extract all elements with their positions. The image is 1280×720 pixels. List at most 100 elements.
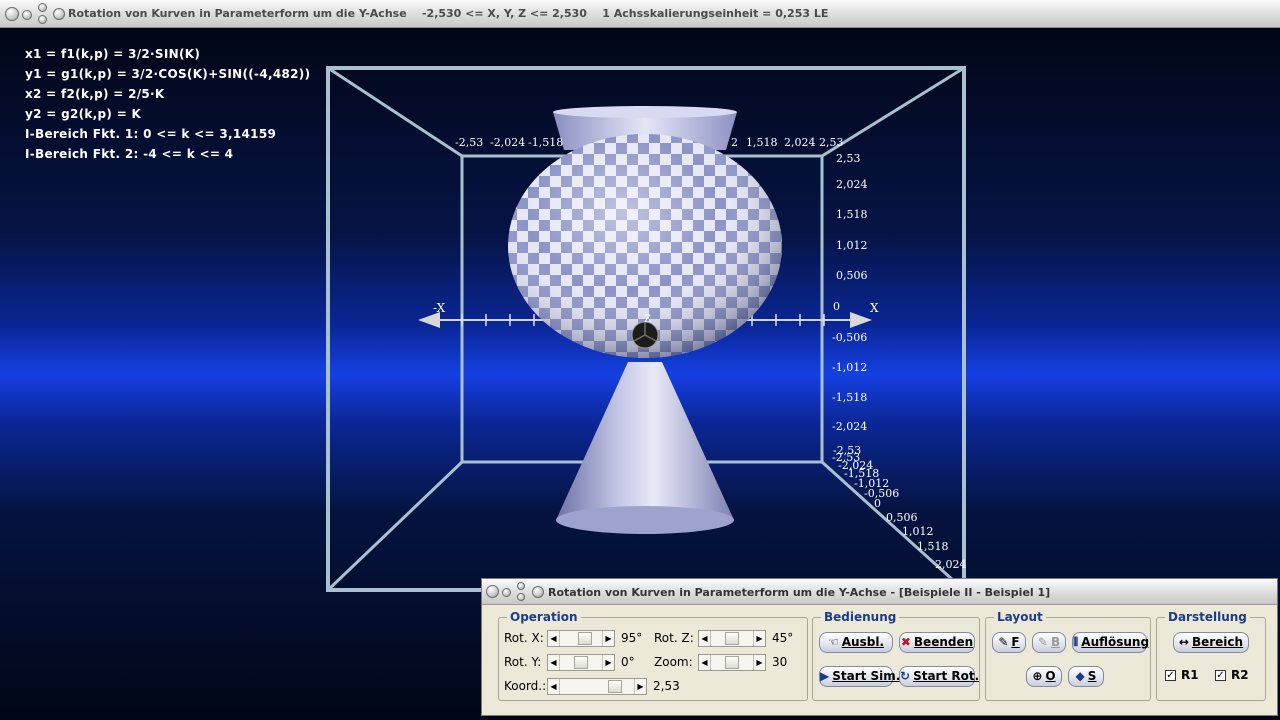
depth-tick-label: 1,518 xyxy=(917,540,949,553)
zoom-value: 30 xyxy=(772,655,788,669)
arrow-left-icon[interactable]: ◀ xyxy=(699,655,711,670)
close-icon: ✖ xyxy=(900,635,911,649)
range-icon: ↔ xyxy=(1178,635,1189,649)
resolution-icon: ⦀ xyxy=(1073,635,1079,649)
o-button[interactable]: ⊕ O xyxy=(1026,666,1062,687)
f-button[interactable]: ✎ F xyxy=(992,632,1026,653)
right-tick-label: 2,53 xyxy=(836,152,861,165)
rot-z-value: 45° xyxy=(772,631,794,645)
depth-tick-label: 0,506 xyxy=(886,511,918,524)
panel-title-bar[interactable]: Rotation von Kurven in Parameterform um … xyxy=(482,579,1277,605)
arrow-left-icon[interactable]: ◀ xyxy=(548,679,560,694)
top-tick-label: -1,518 xyxy=(528,136,564,149)
play-icon: ▶ xyxy=(820,669,830,683)
rot-y-slider[interactable]: ◀ ▶ xyxy=(547,654,615,671)
arrow-right-icon[interactable]: ▶ xyxy=(602,631,614,646)
beenden-button[interactable]: ✖ Beenden xyxy=(899,632,975,653)
koord-value: 2,53 xyxy=(653,679,680,693)
arrow-right-icon[interactable]: ▶ xyxy=(753,655,765,670)
depth-tick-label: -0,506 xyxy=(864,487,900,500)
arrow-right-icon[interactable]: ▶ xyxy=(634,679,646,694)
formula-list: x1 = f1(k,p) = 3/2·SIN(K) y1 = g1(k,p) =… xyxy=(25,44,310,164)
control-panel-window: Rotation von Kurven in Parameterform um … xyxy=(481,578,1278,716)
main-title-bar: Rotation von Kurven in Parameterform um … xyxy=(0,0,1280,28)
x-pos-label: X xyxy=(870,301,879,315)
right-tick-label: 0,506 xyxy=(836,269,868,282)
operation-group: Operation Rot. X: ◀ ▶ 95° Rot. Z: ◀ ▶ 45… xyxy=(498,610,808,701)
s-button[interactable]: ◆ S xyxy=(1068,666,1104,687)
right-tick-label: -2,024 xyxy=(832,420,868,433)
start-sim-button[interactable]: ▶ Start Sim. xyxy=(819,666,900,687)
bedienung-group-label: Bedienung xyxy=(821,610,900,624)
arrow-right-icon[interactable]: ▶ xyxy=(753,631,765,646)
start-rot-button[interactable]: ↻ Start Rot. xyxy=(899,666,979,687)
depth-tick-label: 1,012 xyxy=(902,525,934,538)
formula-line: I-Bereich Fkt. 1: 0 <= k <= 3,14159 xyxy=(25,127,277,141)
zoom-label: Zoom: xyxy=(654,655,693,669)
arrow-left-icon[interactable]: ◀ xyxy=(699,631,711,646)
right-tick-label: 1,012 xyxy=(836,239,868,252)
top-tick-label: 1,518 xyxy=(746,136,778,149)
rot-y-value: 0° xyxy=(621,655,635,669)
formula-line: y2 = g2(k,p) = K xyxy=(25,107,142,121)
slider-thumb[interactable] xyxy=(608,680,622,693)
right-tick-label: -1,518 xyxy=(832,391,868,404)
window-menu-icon[interactable] xyxy=(532,586,544,598)
ausbl-button[interactable]: ☜ Ausbl. xyxy=(819,632,893,653)
top-tick-label: -2,024 xyxy=(490,136,526,149)
right-tick-label: 2,024 xyxy=(836,178,868,191)
window-control-icon[interactable] xyxy=(502,588,511,597)
rot-x-slider[interactable]: ◀ ▶ xyxy=(547,630,615,647)
top-tick-label: 2,024 xyxy=(784,136,816,149)
koord-label: Koord.: xyxy=(504,679,547,693)
window-control-icon[interactable] xyxy=(38,3,47,12)
window-control-icon[interactable] xyxy=(38,15,47,24)
r1-label: R1 xyxy=(1181,668,1199,682)
b-button[interactable]: ✎ B xyxy=(1032,632,1066,653)
hand-icon: ☜ xyxy=(828,635,839,649)
depth-tick-label: 2,024 xyxy=(935,558,967,571)
zoom-slider[interactable]: ◀ ▶ xyxy=(698,654,766,671)
arrow-right-icon[interactable]: ▶ xyxy=(602,655,614,670)
right-tick-label: -0,506 xyxy=(832,331,868,344)
formula-line: y1 = g1(k,p) = 3/2·COS(K)+SIN((-4,482)) xyxy=(25,67,311,81)
window-control-icon[interactable] xyxy=(517,593,525,601)
arrow-left-icon[interactable]: ◀ xyxy=(548,631,560,646)
slider-thumb[interactable] xyxy=(725,656,739,669)
window-control-icon[interactable] xyxy=(517,582,525,590)
rot-x-value: 95° xyxy=(621,631,643,645)
koord-slider[interactable]: ◀ ▶ xyxy=(547,678,647,695)
window-control-icon[interactable] xyxy=(486,585,499,598)
window-title: Rotation von Kurven in Parameterform um … xyxy=(68,7,829,20)
right-tick-label: -1,012 xyxy=(832,361,868,374)
eraser-icon: ◆ xyxy=(1075,669,1085,683)
window-menu-icon[interactable] xyxy=(53,8,65,20)
right-tick-label: 1,518 xyxy=(836,208,868,221)
x-neg-label: -X xyxy=(433,301,446,315)
cone-surface xyxy=(556,362,734,520)
darstellung-group: Darstellung ↔ Bereich ✓ R1 ✓ R2 xyxy=(1156,610,1266,701)
brush-icon: ✎ xyxy=(1037,635,1048,649)
depth-tick-label: 0 xyxy=(874,497,881,510)
rot-x-label: Rot. X: xyxy=(504,631,544,645)
pen-icon: ✎ xyxy=(998,635,1009,649)
right-tick-label: 0 xyxy=(833,300,840,313)
window-control-icon[interactable] xyxy=(5,7,19,21)
formula-line: I-Bereich Fkt. 2: -4 <= k <= 4 xyxy=(25,147,234,161)
r2-checkbox[interactable]: ✓ xyxy=(1215,670,1226,681)
rot-z-slider[interactable]: ◀ ▶ xyxy=(698,630,766,647)
bereich-button[interactable]: ↔ Bereich xyxy=(1173,632,1249,653)
window-control-icon[interactable] xyxy=(22,10,32,20)
r1-checkbox[interactable]: ✓ xyxy=(1165,670,1176,681)
top-tick-label: -2,53 xyxy=(455,136,484,149)
aufloesung-button[interactable]: ⦀ Auflösung xyxy=(1072,632,1149,653)
crosshair-icon: ⊕ xyxy=(1032,669,1043,683)
slider-thumb[interactable] xyxy=(578,632,592,645)
arrow-left-icon[interactable]: ◀ xyxy=(548,655,560,670)
bedienung-group: Bedienung ☜ Ausbl. ✖ Beenden ▶ Start Sim. ↻… xyxy=(812,610,980,701)
operation-group-label: Operation xyxy=(507,610,581,624)
slider-thumb[interactable] xyxy=(574,656,588,669)
slider-thumb[interactable] xyxy=(725,632,739,645)
darstellung-group-label: Darstellung xyxy=(1165,610,1250,624)
panel-title: Rotation von Kurven in Parameterform um … xyxy=(548,586,1051,599)
